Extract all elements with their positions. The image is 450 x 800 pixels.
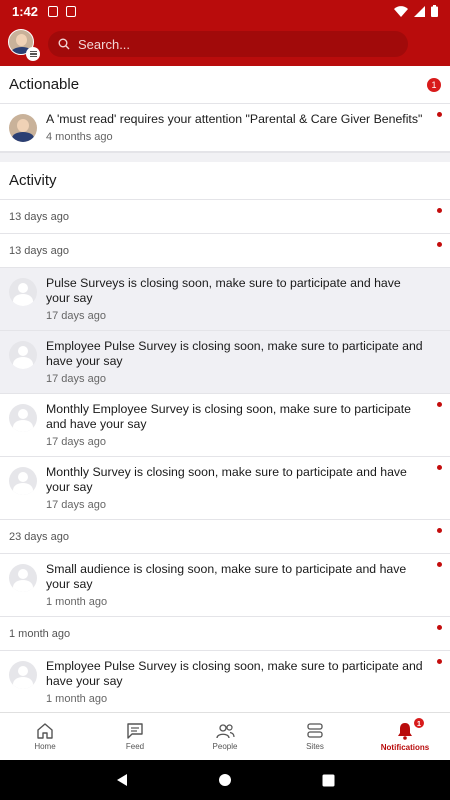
avatar <box>9 661 37 689</box>
profile-avatar[interactable] <box>8 29 40 61</box>
people-icon <box>215 723 235 738</box>
list-item[interactable]: 13 days ago <box>0 234 450 268</box>
notification-text: Small audience is closing soon, make sur… <box>46 562 407 591</box>
list-item[interactable]: 13 days ago <box>0 200 450 234</box>
nav-home[interactable]: Home <box>0 713 90 760</box>
recents-icon[interactable] <box>322 774 335 787</box>
nav-feed[interactable]: Feed <box>90 713 180 760</box>
avatar <box>9 467 37 495</box>
unread-dot <box>437 659 442 664</box>
notification-text: Monthly Survey is closing soon, make sur… <box>46 465 407 494</box>
notification-text: Employee Pulse Survey is closing soon, m… <box>46 659 423 688</box>
notification-item[interactable]: Monthly Survey is closing soon, make sur… <box>0 457 450 520</box>
section-divider <box>0 152 450 162</box>
list-item[interactable]: 23 days ago <box>0 520 450 554</box>
notification-item[interactable]: A 'must read' requires your attention "P… <box>0 104 450 152</box>
notification-time: 17 days ago <box>46 436 106 448</box>
notification-item[interactable]: Employee Pulse Survey is closing soon, m… <box>0 651 450 712</box>
home-icon <box>37 722 53 739</box>
notification-text: A 'must read' requires your attention "P… <box>46 112 423 126</box>
bell-icon <box>398 722 412 740</box>
avatar <box>9 404 37 432</box>
bottom-nav: Home Feed People Sites 1 Notifications <box>0 712 450 760</box>
nav-label: Sites <box>306 741 324 751</box>
notification-item[interactable]: Monthly Employee Survey is closing soon,… <box>0 394 450 457</box>
notification-time: 23 days ago <box>9 530 69 543</box>
search-icon <box>58 38 70 50</box>
notifications-badge: 1 <box>413 717 425 729</box>
notification-time: 17 days ago <box>46 499 106 511</box>
unread-dot <box>437 242 442 247</box>
notification-text: Pulse Surveys is closing soon, make sure… <box>46 276 401 305</box>
unread-dot <box>437 112 442 117</box>
wifi-icon <box>394 5 408 17</box>
sites-icon <box>307 722 323 738</box>
list-item[interactable]: 1 month ago <box>0 617 450 651</box>
actionable-title: Actionable <box>9 76 80 93</box>
activity-header: Activity <box>0 162 450 200</box>
search-input[interactable]: Search... <box>48 31 408 57</box>
actionable-count-badge: 1 <box>427 78 441 92</box>
battery-icon <box>431 5 438 17</box>
nav-label: Notifications <box>380 742 430 752</box>
notification-item[interactable]: Small audience is closing soon, make sur… <box>0 554 450 617</box>
signal-icon <box>414 5 425 17</box>
activity-title: Activity <box>9 172 57 189</box>
nav-label: Feed <box>125 742 145 751</box>
unread-dot <box>437 402 442 407</box>
back-icon[interactable] <box>115 773 129 787</box>
unread-dot <box>437 208 442 213</box>
notification-item[interactable]: Employee Pulse Survey is closing soon, m… <box>0 331 450 394</box>
notification-time: 1 month ago <box>46 693 108 705</box>
notifications-list[interactable]: Actionable 1 A 'must read' requires your… <box>0 66 450 712</box>
notification-time: 13 days ago <box>9 244 69 257</box>
notification-time: 13 days ago <box>9 210 69 223</box>
status-bar: 1:42 <box>0 0 450 22</box>
notification-time: 1 month ago <box>46 596 108 608</box>
storage-icon <box>66 5 77 17</box>
notification-text: Employee Pulse Survey is closing soon, m… <box>46 339 423 368</box>
actionable-header: Actionable 1 <box>0 66 450 104</box>
nav-people[interactable]: People <box>180 713 270 760</box>
nav-label: People <box>212 741 238 751</box>
home-circle-icon[interactable] <box>218 773 232 787</box>
unread-dot <box>437 562 442 567</box>
notification-item[interactable]: Pulse Surveys is closing soon, make sure… <box>0 268 450 331</box>
unread-dot <box>437 465 442 470</box>
avatar <box>9 278 37 306</box>
notification-time: 1 month ago <box>9 627 71 640</box>
nav-sites[interactable]: Sites <box>270 713 360 760</box>
status-time: 1:42 <box>12 3 39 19</box>
menu-icon <box>26 47 40 61</box>
unread-dot <box>437 528 442 533</box>
notification-time: 17 days ago <box>46 310 106 322</box>
notification-time: 4 months ago <box>46 131 113 143</box>
sim-card-icon <box>48 5 59 17</box>
avatar <box>9 341 37 369</box>
avatar <box>9 114 37 142</box>
avatar <box>9 564 37 592</box>
nav-label: Home <box>34 741 56 751</box>
system-nav-bar <box>0 760 450 800</box>
unread-dot <box>437 625 442 630</box>
nav-notifications[interactable]: 1 Notifications <box>360 713 450 760</box>
notification-time: 17 days ago <box>46 373 106 385</box>
notification-text: Monthly Employee Survey is closing soon,… <box>46 402 411 431</box>
feed-icon <box>127 723 143 739</box>
search-placeholder: Search... <box>78 36 131 52</box>
app-header: Search... <box>0 22 450 66</box>
